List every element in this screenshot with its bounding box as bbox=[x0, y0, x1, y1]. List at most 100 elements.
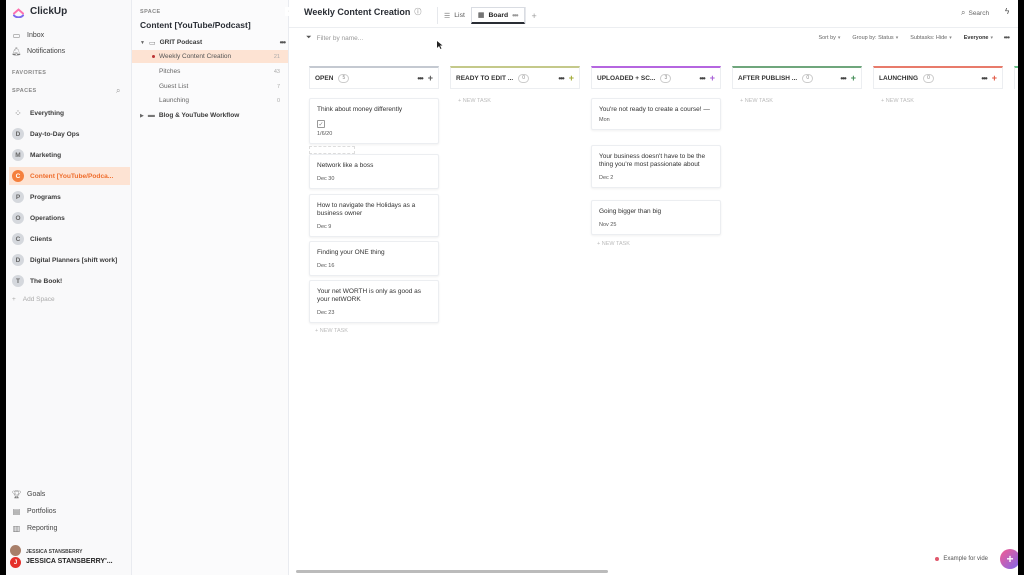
space-avatar: D bbox=[12, 128, 24, 140]
space-section-label: SPACE bbox=[140, 9, 161, 15]
list-count: 21 bbox=[273, 53, 280, 60]
task-card[interactable]: You're not ready to create a course! — M… bbox=[591, 98, 721, 130]
column-more-icon[interactable]: ••• bbox=[558, 74, 564, 83]
column-header[interactable]: OPEN 5 ••• + bbox=[309, 66, 439, 89]
space-digital-planners[interactable]: D Digital Planners [shift work] bbox=[9, 251, 130, 269]
nav-goals[interactable]: 🏆︎ Goals bbox=[11, 490, 46, 499]
sort-label: Sort by bbox=[818, 35, 836, 41]
list-guest-list[interactable]: Guest List 7 bbox=[132, 80, 288, 93]
task-title: Your business doesn't have to be the thi… bbox=[599, 153, 706, 168]
column-header[interactable]: READY TO EDIT ... 0 ••• + bbox=[450, 66, 580, 89]
column-more-icon[interactable]: ••• bbox=[417, 74, 423, 83]
info-icon[interactable]: ⓘ bbox=[414, 7, 421, 17]
nav-reporting[interactable]: ▥ Reporting bbox=[12, 524, 58, 533]
nav-goals-label: Goals bbox=[27, 491, 46, 498]
task-card[interactable]: Finding your ONE thing Dec 16 bbox=[309, 241, 439, 276]
space-operations[interactable]: O Operations bbox=[9, 209, 130, 227]
space-the-book[interactable]: T The Book! bbox=[9, 272, 130, 290]
list-label: Launching bbox=[159, 97, 189, 104]
task-card[interactable]: How to navigate the Holidays as a busine… bbox=[309, 194, 439, 237]
assignee-filter-button[interactable]: Everyone ▾ bbox=[964, 35, 993, 41]
task-date: Dec 9 bbox=[317, 224, 332, 230]
task-card[interactable]: Network like a boss Dec 30 bbox=[309, 154, 439, 189]
portfolio-icon: ▤ bbox=[12, 507, 21, 516]
column-add-icon[interactable]: + bbox=[992, 73, 997, 83]
space-content[interactable]: C Content [YouTube/Podca... bbox=[9, 167, 130, 185]
folder-icon: ▬ bbox=[147, 112, 155, 119]
column-launching: LAUNCHING 0 ••• + + NEW TASK bbox=[873, 66, 1003, 104]
column-more-icon[interactable]: ••• bbox=[699, 74, 705, 83]
add-space-button[interactable]: + Add Space bbox=[12, 296, 55, 303]
column-add-icon[interactable]: + bbox=[428, 73, 433, 83]
new-task-button[interactable]: + NEW TASK bbox=[732, 89, 862, 104]
subtasks-button[interactable]: Subtasks: Hide ▾ bbox=[910, 35, 952, 41]
nav-inbox[interactable]: ▭ Inbox bbox=[12, 31, 44, 40]
new-task-button[interactable]: + NEW TASK bbox=[315, 328, 348, 334]
column-after-publish: AFTER PUBLISH ... 0 ••• + + NEW TASK bbox=[732, 66, 862, 104]
search-button[interactable]: ⌕ Search bbox=[961, 8, 989, 18]
chevron-down-icon: ▾ bbox=[990, 35, 993, 41]
column-add-icon[interactable]: + bbox=[851, 73, 856, 83]
space-day-to-day-ops[interactable]: D Day-to-Day Ops bbox=[9, 125, 130, 143]
app-logo[interactable]: ClickUp bbox=[12, 5, 67, 18]
search-icon: ⌕ bbox=[961, 8, 966, 17]
column-header[interactable]: AFTER PUBLISH ... 0 ••• + bbox=[732, 66, 862, 89]
tab-more-icon[interactable]: ••• bbox=[512, 11, 518, 20]
board-horizontal-scrollbar[interactable] bbox=[296, 570, 608, 573]
nav-notifications[interactable]: 🔔︎ Notifications bbox=[11, 47, 65, 56]
filter-placeholder: Filter by name... bbox=[316, 34, 364, 42]
user-menu[interactable]: J JESSICA STANSBERRY JESSICA STANSBERRY'… bbox=[10, 545, 113, 569]
column-add-icon[interactable]: + bbox=[569, 73, 574, 83]
add-view-button[interactable]: + bbox=[524, 7, 543, 24]
task-card[interactable]: Your net WORTH is only as good as your n… bbox=[309, 280, 439, 323]
quick-create-button[interactable]: + bbox=[1000, 549, 1018, 569]
space-avatar: C bbox=[12, 233, 24, 245]
automation-bolt-icon[interactable]: ϟ bbox=[1005, 7, 1009, 16]
new-task-button[interactable]: + NEW TASK bbox=[450, 89, 580, 104]
filter-input[interactable]: ⏷ Filter by name... bbox=[306, 34, 363, 42]
folder-grit-podcast[interactable]: ▼ ▭ GRIT Podcast ••• bbox=[140, 36, 286, 49]
chevron-down-icon: ▾ bbox=[837, 35, 841, 41]
space-label: Marketing bbox=[30, 151, 62, 159]
column-header[interactable]: UPLOADED + SC... 3 ••• + bbox=[591, 66, 721, 89]
list-count: 0 bbox=[276, 97, 280, 104]
task-card[interactable]: Going bigger than big Nov 25 bbox=[591, 200, 721, 235]
column-name: OPEN bbox=[315, 74, 334, 82]
search-spaces-icon[interactable]: ⌕ bbox=[116, 86, 120, 96]
column-next-partial[interactable] bbox=[1014, 66, 1018, 89]
space-title[interactable]: Content [YouTube/Podcast] bbox=[140, 20, 251, 30]
new-task-button[interactable]: + NEW TASK bbox=[597, 241, 630, 247]
list-weekly-content-creation[interactable]: Weekly Content Creation 21 bbox=[132, 50, 288, 63]
tab-list[interactable]: ☰ List bbox=[437, 7, 471, 24]
space-everything[interactable]: ⁘ Everything bbox=[9, 104, 130, 122]
folder-label: Blog & YouTube Workflow bbox=[158, 112, 240, 119]
tab-board[interactable]: ▦ Board ••• bbox=[470, 7, 525, 24]
column-count: 0 bbox=[518, 73, 530, 83]
task-card[interactable]: Think about money differently ✓ 1/6/20 bbox=[309, 98, 439, 144]
space-avatar: P bbox=[12, 191, 24, 203]
column-header[interactable]: LAUNCHING 0 ••• + bbox=[873, 66, 1003, 89]
group-by-button[interactable]: Group by: Status ▾ bbox=[852, 35, 898, 41]
column-count: 0 bbox=[923, 73, 934, 83]
list-pitches[interactable]: Pitches 43 bbox=[132, 65, 288, 78]
new-task-button[interactable]: + NEW TASK bbox=[873, 89, 1003, 104]
list-launching[interactable]: Launching 0 bbox=[132, 94, 288, 107]
column-ready-to-edit: READY TO EDIT ... 0 ••• + + NEW TASK bbox=[450, 66, 580, 104]
folder-more-icon[interactable]: ••• bbox=[280, 38, 286, 47]
sort-by-button[interactable]: Sort by ▾ bbox=[818, 35, 840, 41]
task-title: Finding your ONE thing bbox=[317, 249, 385, 256]
space-programs[interactable]: P Programs bbox=[9, 188, 130, 206]
task-card[interactable]: Your business doesn't have to be the thi… bbox=[591, 145, 721, 188]
column-more-icon[interactable]: ••• bbox=[840, 74, 846, 83]
space-label: Digital Planners [shift work] bbox=[30, 256, 118, 264]
example-tag[interactable]: Example for vide bbox=[931, 554, 992, 564]
mouse-cursor-icon bbox=[437, 41, 443, 49]
workspace-avatar bbox=[10, 545, 21, 556]
column-add-icon[interactable]: + bbox=[710, 73, 715, 83]
folder-blog-youtube-workflow[interactable]: ▶ ▬ Blog & YouTube Workflow bbox=[140, 109, 285, 122]
board-more-icon[interactable]: ••• bbox=[1004, 33, 1010, 42]
space-clients[interactable]: C Clients bbox=[9, 230, 130, 248]
column-more-icon[interactable]: ••• bbox=[981, 74, 987, 83]
nav-portfolios[interactable]: ▤ Portfolios bbox=[12, 507, 56, 516]
space-marketing[interactable]: M Marketing bbox=[9, 146, 130, 164]
